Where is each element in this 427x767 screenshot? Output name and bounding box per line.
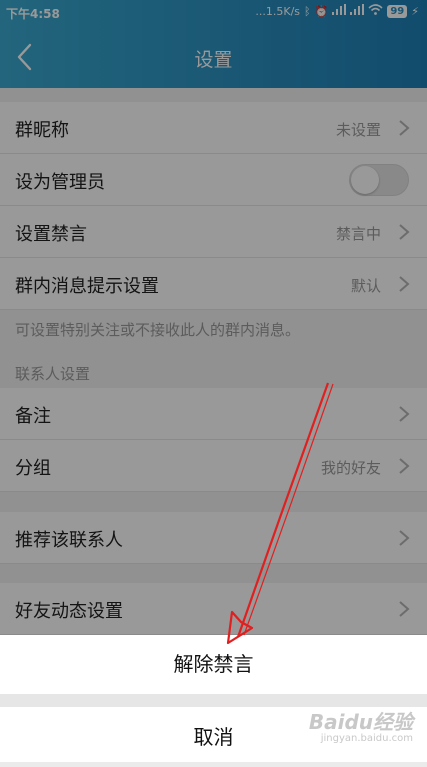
unmute-button[interactable]: 解除禁言 [0,635,427,694]
baidu-watermark: Baidu经验 jingyan.baidu.com [309,706,413,744]
watermark-brand: Baidu经验 [308,710,413,734]
watermark-url: jingyan.baidu.com [320,733,413,744]
